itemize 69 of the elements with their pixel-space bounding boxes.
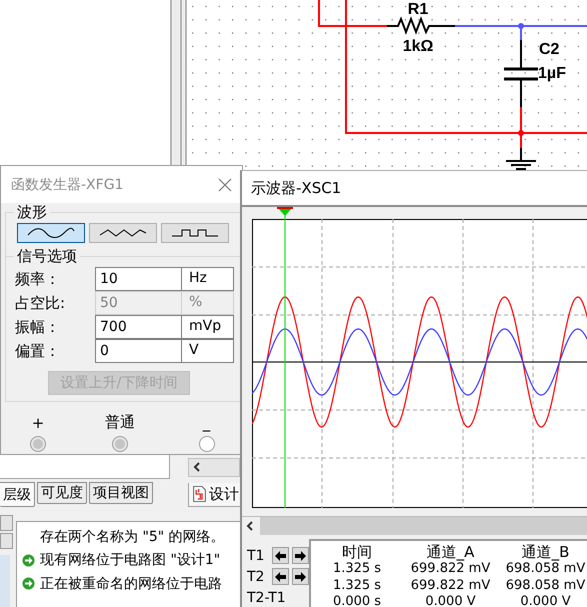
table-cell: 698.058 mV [506,578,586,593]
waveform-button[interactable] [17,223,85,243]
unit-label: V [182,339,234,363]
terminal-dot[interactable] [112,436,128,452]
arrow-right-icon [295,572,306,582]
log-message: 现有网络位于电路图 "设计1" [40,551,220,570]
chevron-left-icon [193,462,201,472]
cursor-button[interactable] [292,568,309,585]
field-label: 频率： [15,270,61,288]
cursor-label: T1 [247,548,266,564]
waveform-button[interactable] [89,223,157,243]
design-tab[interactable]: 设计 [188,482,243,507]
terminal-label: + [32,413,44,432]
column-header: 通道_A [426,542,474,562]
cursor-label: T2-T1 [247,590,286,606]
field-label: 占空比: [15,294,66,312]
cursor-button[interactable] [272,568,289,585]
input-field[interactable]: 700 [95,315,182,339]
table-cell: 1.325 s [332,578,382,593]
window-title: 函数发生器-XFG1 [11,176,124,194]
log-message: 存在两个名称为 "5" 的网络。 [40,528,225,546]
table-cell: 0.000 s [332,594,382,607]
table-cell: 0.000 V [425,594,476,607]
window-title: 示波器-XSC1 [251,178,342,198]
close-button[interactable] [218,178,232,192]
column-header: 时间 [342,542,372,562]
arrow-right-icon [295,550,306,560]
arrow-left-icon [275,572,286,582]
cursor-button[interactable] [292,547,309,564]
column-header: 通道_B [522,542,570,562]
sine-wave-icon [26,227,76,239]
input-field[interactable]: 10 [95,267,182,291]
cursor-label: T2 [247,568,266,584]
component-value: 1kΩ [402,38,434,55]
unit-label: Hz [182,267,234,291]
terminal-label: 普通 [105,412,135,432]
cursor-button[interactable] [272,547,289,564]
panel-tab[interactable]: 层级 [0,482,35,507]
sidebar-strip [0,555,10,607]
close-icon [218,178,232,192]
schematic-icon [192,484,207,504]
triangle-wave-icon [98,227,148,239]
table-cell: 699.822 mV [410,561,490,576]
arrow-right-icon [22,577,35,590]
panel-tab[interactable]: 项目视图 [89,482,153,504]
arrow-left-icon [275,550,286,560]
field-label: 偏置： [15,342,61,360]
square-wave-icon [170,227,220,239]
table-cell: 698.058 mV [506,561,586,576]
group-label: 信号选项 [16,247,78,265]
terminal-label: _ [202,413,210,432]
table-cell: 699.822 mV [410,578,490,593]
terminal-dot[interactable] [30,436,46,452]
table-cell: 0.000 V [520,594,571,607]
panel-tab[interactable]: 可见度 [37,482,87,504]
arrow-right-icon [22,554,35,567]
input-field[interactable]: 0 [95,339,182,363]
log-message: 正在被重命名的网络位于电路 [40,574,222,593]
group-label: 波形 [16,203,48,221]
waveform-button[interactable] [161,223,229,243]
field-label: 振幅： [15,318,61,336]
component-value: 1µF [538,65,566,82]
unit-label: mVp [182,315,234,339]
unit-label: % [182,291,234,315]
component-label: C2 [539,41,560,58]
component-label: R1 [408,1,428,18]
terminal-dot[interactable] [198,436,214,452]
table-cell: 1.325 s [332,561,382,576]
chevron-left-icon [246,521,254,531]
